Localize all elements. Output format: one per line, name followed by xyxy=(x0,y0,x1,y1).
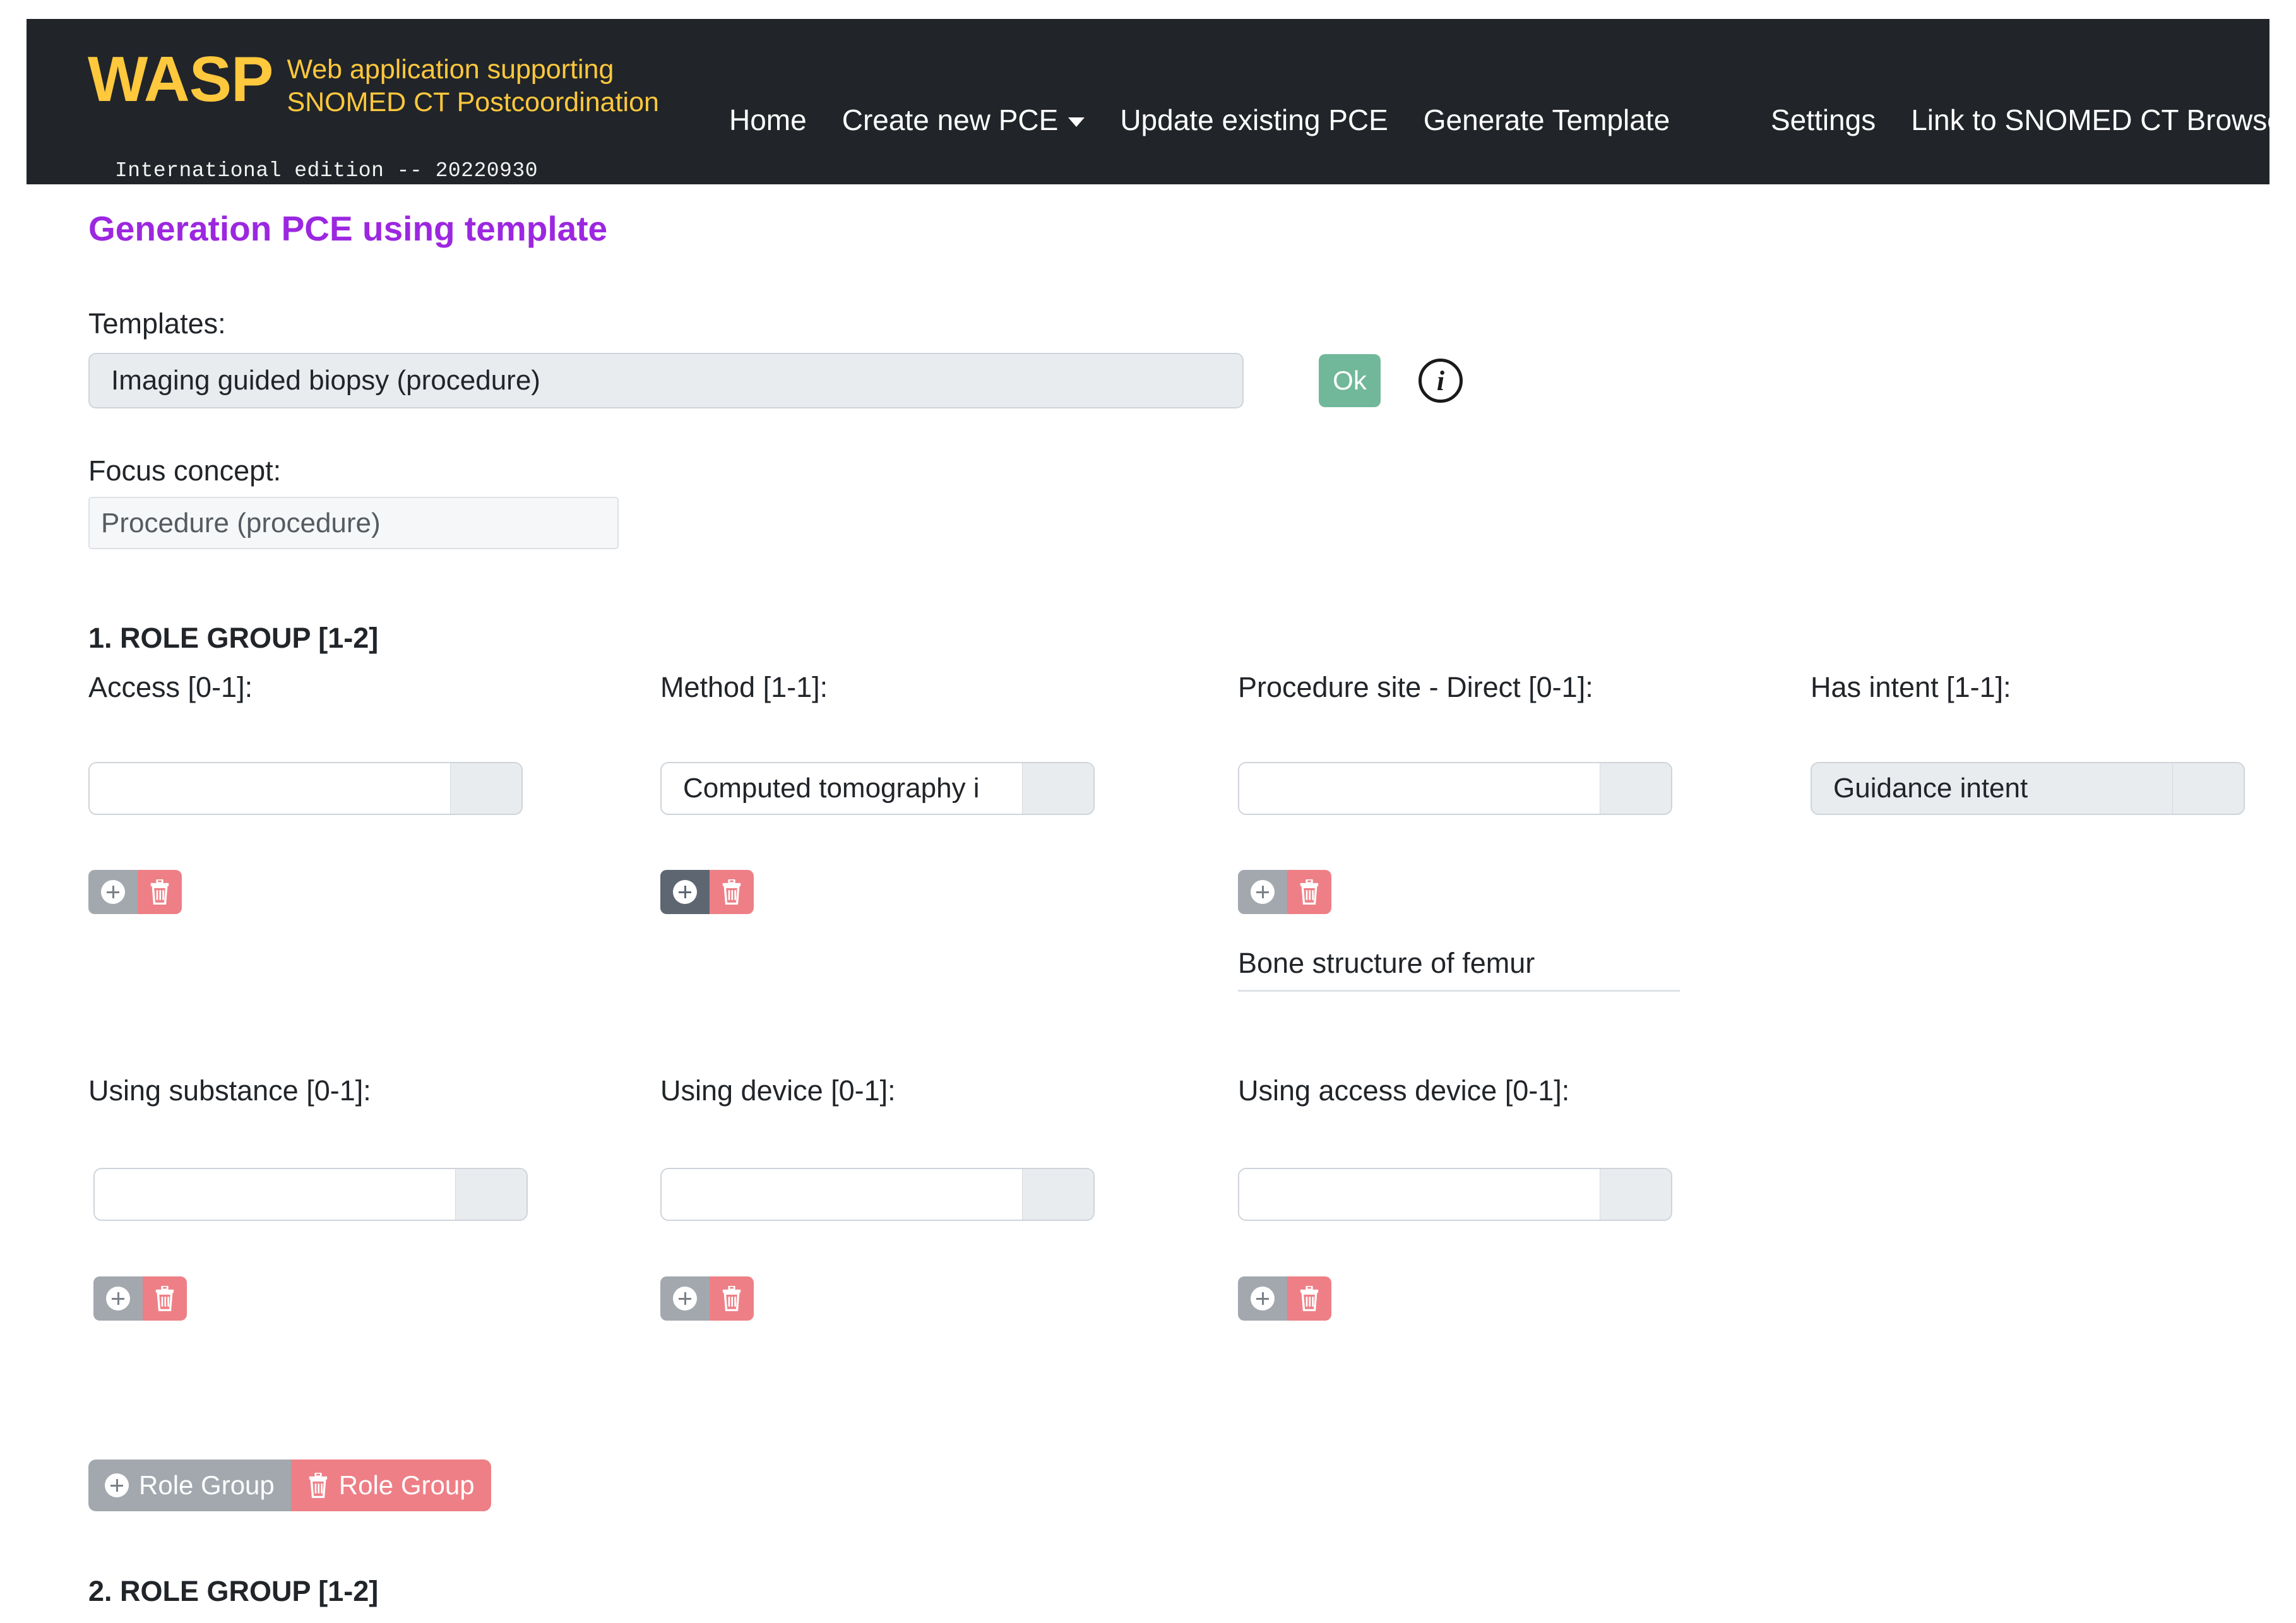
delete-role-group-label: Role Group xyxy=(339,1470,475,1501)
attribute-input-has-intent-text: Guidance intent xyxy=(1812,763,2172,814)
nav-item-generate-template[interactable]: Generate Template xyxy=(1406,103,1687,137)
suggestion-item-bone-structure-of-femur[interactable]: Bone structure of femur xyxy=(1238,947,1680,992)
templates-label: Templates: xyxy=(88,307,226,340)
brand-tagline: Web application supporting SNOMED CT Pos… xyxy=(287,48,659,119)
attribute-input-using-access-device-text xyxy=(1239,1169,1600,1220)
delete-attribute-button-method[interactable] xyxy=(710,870,754,914)
delete-attribute-button-using-device[interactable] xyxy=(710,1276,754,1321)
attribute-input-using-device[interactable] xyxy=(660,1168,1095,1221)
trash-icon xyxy=(721,879,742,905)
add-attribute-button-method[interactable] xyxy=(660,870,710,914)
chevron-down-icon xyxy=(1068,117,1085,127)
attribute-input-has-intent[interactable]: Guidance intent xyxy=(1811,762,2245,815)
attribute-buttons-using-device xyxy=(660,1276,754,1321)
attribute-input-using-device-text xyxy=(662,1169,1022,1220)
trash-icon xyxy=(307,1473,329,1498)
edition-version-text: International edition -- 20220930 xyxy=(115,159,538,182)
attribute-input-using-access-device[interactable] xyxy=(1238,1168,1672,1221)
add-role-group-label: Role Group xyxy=(139,1470,275,1501)
attribute-input-access-dropdown-button[interactable] xyxy=(450,763,521,814)
plus-icon xyxy=(106,1287,130,1311)
attribute-input-using-substance[interactable] xyxy=(93,1168,528,1221)
attribute-buttons-using-access-device xyxy=(1238,1276,1331,1321)
add-attribute-button-access[interactable] xyxy=(88,870,138,914)
plus-icon xyxy=(105,1473,129,1497)
attribute-input-method-text: Computed tomography i xyxy=(662,763,1022,814)
attribute-input-access-text xyxy=(90,763,450,814)
attribute-label-access: Access [0-1]: xyxy=(88,671,253,704)
delete-role-group-button[interactable]: Role Group xyxy=(291,1460,491,1511)
attribute-buttons-access xyxy=(88,870,182,914)
delete-attribute-button-using-substance[interactable] xyxy=(143,1276,187,1321)
nav-item-settings[interactable]: Settings xyxy=(1753,103,1893,137)
attribute-label-has-intent: Has intent [1-1]: xyxy=(1811,671,2011,704)
attribute-input-method-dropdown-button[interactable] xyxy=(1022,763,1093,814)
template-ok-button[interactable]: Ok xyxy=(1319,354,1381,407)
brand-logo-wasp: WASP xyxy=(88,48,273,112)
attribute-label-procedure-site-direct: Procedure site - Direct [0-1]: xyxy=(1238,671,1593,704)
add-attribute-button-using-access-device[interactable] xyxy=(1238,1276,1287,1321)
attribute-label-using-access-device: Using access device [0-1]: xyxy=(1238,1074,1569,1107)
attribute-buttons-procedure-site-direct xyxy=(1238,870,1331,914)
attribute-input-has-intent-dropdown-button[interactable] xyxy=(2172,763,2244,814)
delete-attribute-button-access[interactable] xyxy=(138,870,182,914)
template-select[interactable]: Imaging guided biopsy (procedure) xyxy=(88,353,1244,408)
plus-icon xyxy=(1251,880,1275,904)
attribute-input-using-substance-text xyxy=(95,1169,455,1220)
plus-icon xyxy=(673,880,697,904)
add-role-group-button[interactable]: Role Group xyxy=(88,1460,291,1511)
attribute-label-using-substance: Using substance [0-1]: xyxy=(88,1074,371,1107)
nav-item-update-existing-pce[interactable]: Update existing PCE xyxy=(1102,103,1405,137)
role-group-2-heading: 2. ROLE GROUP [1-2] xyxy=(88,1575,378,1608)
plus-icon xyxy=(673,1287,697,1311)
role-group-1-heading: 1. ROLE GROUP [1-2] xyxy=(88,622,378,655)
delete-attribute-button-using-access-device[interactable] xyxy=(1287,1276,1331,1321)
role-group-buttons: Role Group Role Group xyxy=(88,1460,491,1511)
add-attribute-button-procedure-site-direct[interactable] xyxy=(1238,870,1287,914)
attribute-input-access[interactable] xyxy=(88,762,523,815)
brand-tagline-line2: SNOMED CT Postcoordination xyxy=(287,86,659,119)
attribute-input-using-substance-dropdown-button[interactable] xyxy=(455,1169,526,1220)
attribute-buttons-method xyxy=(660,870,754,914)
brand-block[interactable]: WASP Web application supporting SNOMED C… xyxy=(88,48,659,119)
trash-icon xyxy=(1299,879,1320,905)
nav-item-home[interactable]: Home xyxy=(711,103,824,137)
primary-nav-links: Home Create new PCE Update existing PCE … xyxy=(711,103,1687,137)
trash-icon xyxy=(154,1286,175,1311)
focus-concept-value: Procedure (procedure) xyxy=(88,497,619,549)
trash-icon xyxy=(149,879,170,905)
attribute-input-procedure-site-direct-dropdown-button[interactable] xyxy=(1600,763,1671,814)
brand-tagline-line1: Web application supporting xyxy=(287,53,659,86)
attribute-label-method: Method [1-1]: xyxy=(660,671,828,704)
add-attribute-button-using-substance[interactable] xyxy=(93,1276,143,1321)
page-title: Generation PCE using template xyxy=(88,208,607,249)
nav-item-create-new-pce-label: Create new PCE xyxy=(842,103,1059,137)
attribute-input-procedure-site-direct-text xyxy=(1239,763,1600,814)
plus-icon xyxy=(101,880,125,904)
add-attribute-button-using-device[interactable] xyxy=(660,1276,710,1321)
info-icon[interactable]: i xyxy=(1419,359,1463,403)
nav-item-create-new-pce[interactable]: Create new PCE xyxy=(824,103,1103,137)
trash-icon xyxy=(721,1286,742,1311)
attribute-input-using-device-dropdown-button[interactable] xyxy=(1022,1169,1093,1220)
attribute-input-procedure-site-direct[interactable] xyxy=(1238,762,1672,815)
top-navbar: WASP Web application supporting SNOMED C… xyxy=(27,19,2269,184)
attribute-label-using-device: Using device [0-1]: xyxy=(660,1074,896,1107)
attribute-input-using-access-device-dropdown-button[interactable] xyxy=(1600,1169,1671,1220)
attribute-input-method[interactable]: Computed tomography i xyxy=(660,762,1095,815)
trash-icon xyxy=(1299,1286,1320,1311)
delete-attribute-button-procedure-site-direct[interactable] xyxy=(1287,870,1331,914)
focus-concept-label: Focus concept: xyxy=(88,455,281,487)
nav-item-snomed-browser-link[interactable]: Link to SNOMED CT Browser xyxy=(1893,103,2296,137)
attribute-buttons-using-substance xyxy=(93,1276,187,1321)
secondary-nav-links: Settings Link to SNOMED CT Browser xyxy=(1753,103,2296,137)
plus-icon xyxy=(1251,1287,1275,1311)
